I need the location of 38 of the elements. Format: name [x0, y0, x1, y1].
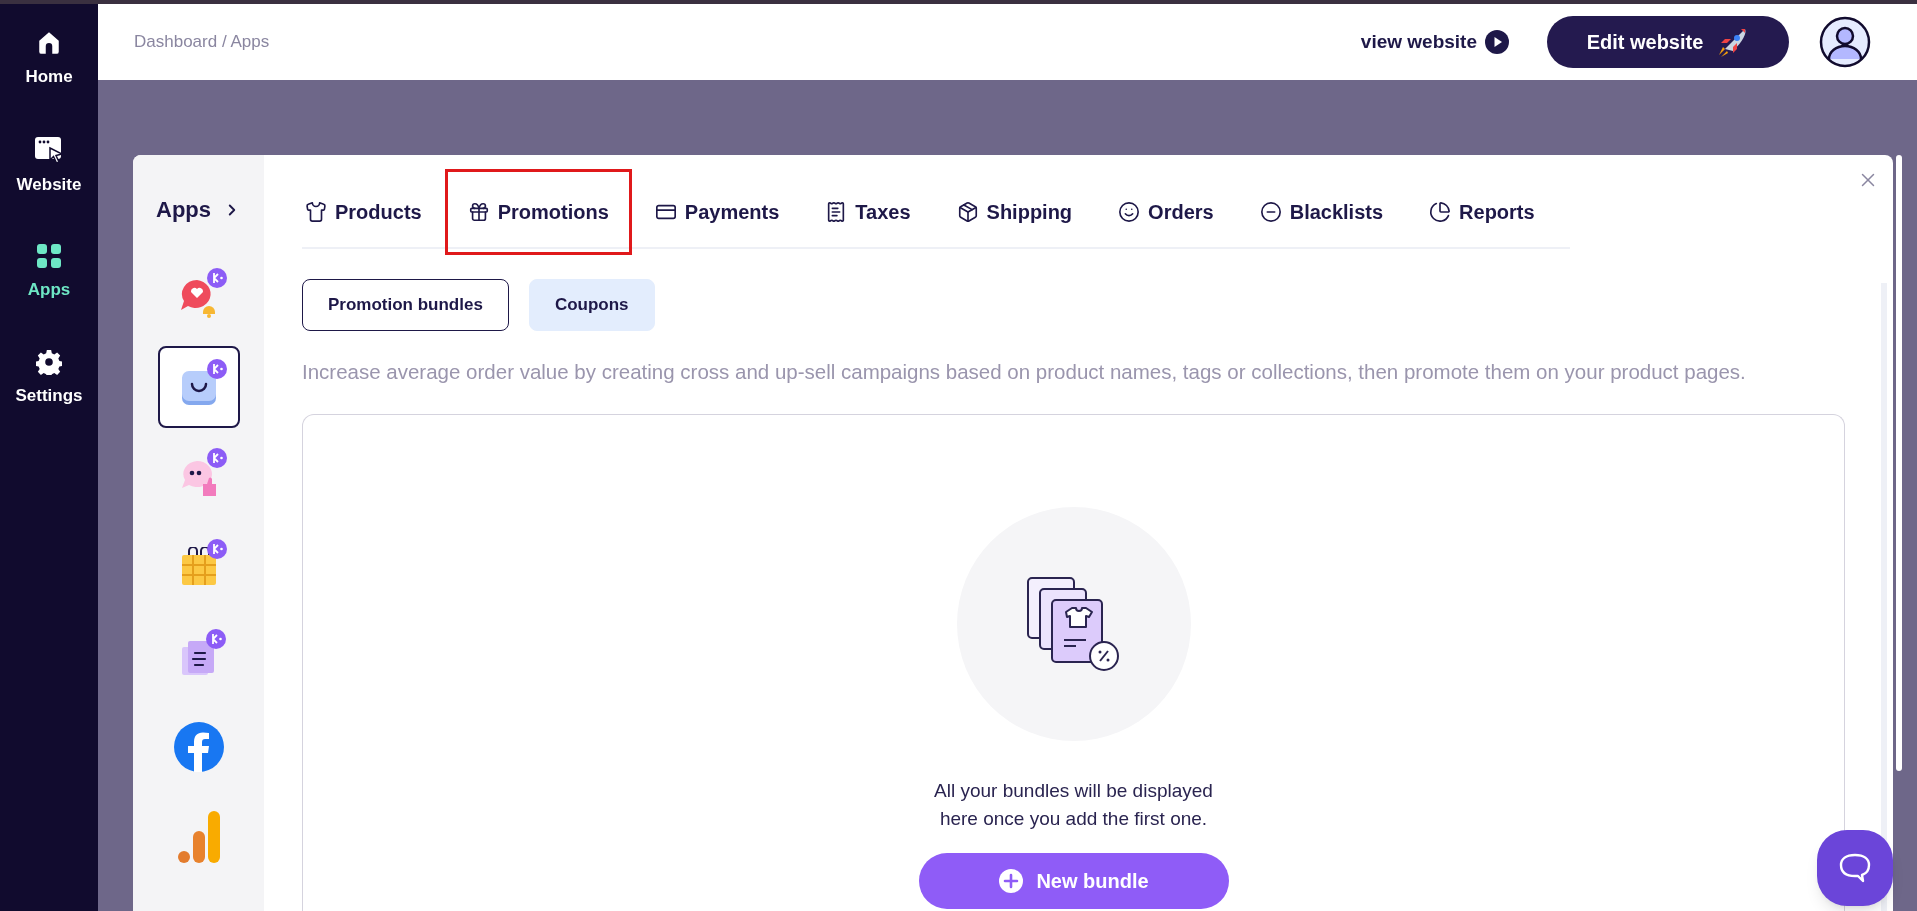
- tab[interactable]: Blacklists: [1236, 169, 1407, 255]
- edit-website-button[interactable]: Edit website: [1547, 16, 1789, 68]
- home-icon: [36, 30, 62, 56]
- pie-chart-icon: [1429, 201, 1452, 223]
- face-icon: [1118, 201, 1141, 223]
- avatar-icon[interactable]: [1819, 16, 1871, 68]
- nav-item[interactable]: Home: [25, 30, 73, 90]
- sub-tab[interactable]: Promotion bundles: [302, 279, 509, 331]
- view-website-link[interactable]: view website: [1360, 27, 1509, 57]
- play-icon: [1485, 30, 1509, 54]
- facebook-logo-icon: [173, 722, 224, 772]
- box-icon: [956, 201, 979, 223]
- empty-message: All your bundles will be displayed here once you add the first one.: [933, 778, 1214, 831]
- tab[interactable]: Taxes: [802, 169, 934, 255]
- nav-item[interactable]: Website: [16, 135, 82, 197]
- grid-icon: [36, 243, 62, 269]
- chat-bubble-icon: [1838, 852, 1872, 884]
- app-item[interactable]: [157, 346, 240, 428]
- breadcrumb: Dashboard / Apps: [134, 31, 270, 54]
- gift-icon: [467, 201, 490, 223]
- browser-cursor-icon: [34, 135, 64, 164]
- sub-tab[interactable]: Coupons: [528, 279, 655, 331]
- description: Increase average order value by creating cross and up-sell campaigns based on product names, tags or collections, then promote them on your product pages.: [302, 359, 1747, 385]
- nav-item[interactable]: Settings: [15, 348, 83, 408]
- shirt-icon: [305, 201, 327, 223]
- apps-title: Apps: [156, 196, 211, 224]
- tab[interactable]: Reports: [1406, 169, 1558, 255]
- tab[interactable]: Promotions: [444, 169, 632, 255]
- minus-circle-icon: [1259, 201, 1282, 223]
- plus-circle-icon: [998, 867, 1025, 894]
- nav-item[interactable]: Apps: [27, 243, 71, 303]
- tab[interactable]: Shipping: [933, 169, 1096, 255]
- tab[interactable]: Products: [302, 169, 445, 255]
- tab[interactable]: Payments: [631, 169, 803, 255]
- tab[interactable]: Orders: [1095, 169, 1237, 255]
- new-bundle-button[interactable]: New bundle: [918, 852, 1229, 909]
- settings-icon: [36, 348, 62, 375]
- analytics-bars-icon: [176, 809, 221, 865]
